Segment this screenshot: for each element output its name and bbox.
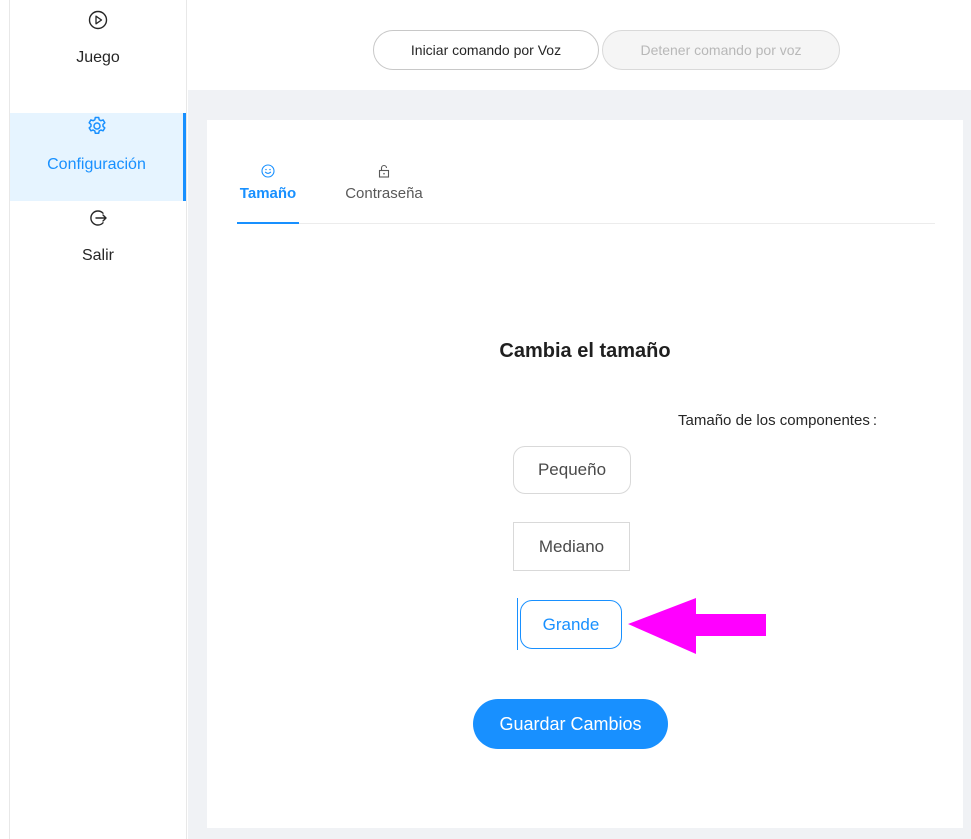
unlock-icon — [337, 164, 431, 183]
start-voice-command-button[interactable]: Iniciar comando por Voz — [373, 30, 599, 70]
size-field-label: Tamaño de los componentes: — [207, 412, 877, 429]
sidebar-item-label: Configuración — [47, 156, 146, 173]
smile-icon — [237, 164, 299, 183]
gear-icon — [10, 115, 183, 142]
settings-tabs: Tamaño Contraseña — [237, 160, 935, 224]
section-title: Cambia el tamaño — [499, 340, 671, 362]
save-changes-button[interactable]: Guardar Cambios — [473, 699, 668, 749]
stop-voice-command-button[interactable]: Detener comando por voz — [602, 30, 840, 70]
focus-indicator — [517, 598, 518, 650]
tab-label: Tamaño — [239, 185, 297, 202]
sidebar-item-label: Salir — [81, 247, 114, 264]
sidebar-item-label: Juego — [76, 49, 120, 66]
annotation-arrow — [628, 598, 766, 654]
size-option-medium-button[interactable]: Mediano — [513, 522, 630, 571]
sidebar-item-salir[interactable]: Salir — [10, 208, 186, 278]
sidebar: Juego Configuración Salir — [9, 0, 187, 839]
tab-tamano[interactable]: Tamaño — [237, 160, 299, 224]
sidebar-item-configuracion[interactable]: Configuración — [10, 113, 186, 201]
size-option-large-button[interactable]: Grande — [520, 600, 622, 649]
size-field-label-text: Tamaño de los componentes — [678, 412, 870, 429]
sidebar-item-juego[interactable]: Juego — [10, 10, 186, 90]
play-circle-icon — [10, 10, 186, 35]
tab-label: Contraseña — [345, 185, 423, 202]
settings-card: Tamaño Contraseña Cambia el tamaño Tamañ… — [207, 120, 963, 828]
logout-icon — [10, 208, 186, 233]
size-field-label-colon: : — [872, 412, 877, 429]
size-option-small-button[interactable]: Pequeño — [513, 446, 631, 494]
tab-contrasena[interactable]: Contraseña — [337, 160, 431, 224]
header: Iniciar comando por Voz Detener comando … — [188, 10, 971, 90]
